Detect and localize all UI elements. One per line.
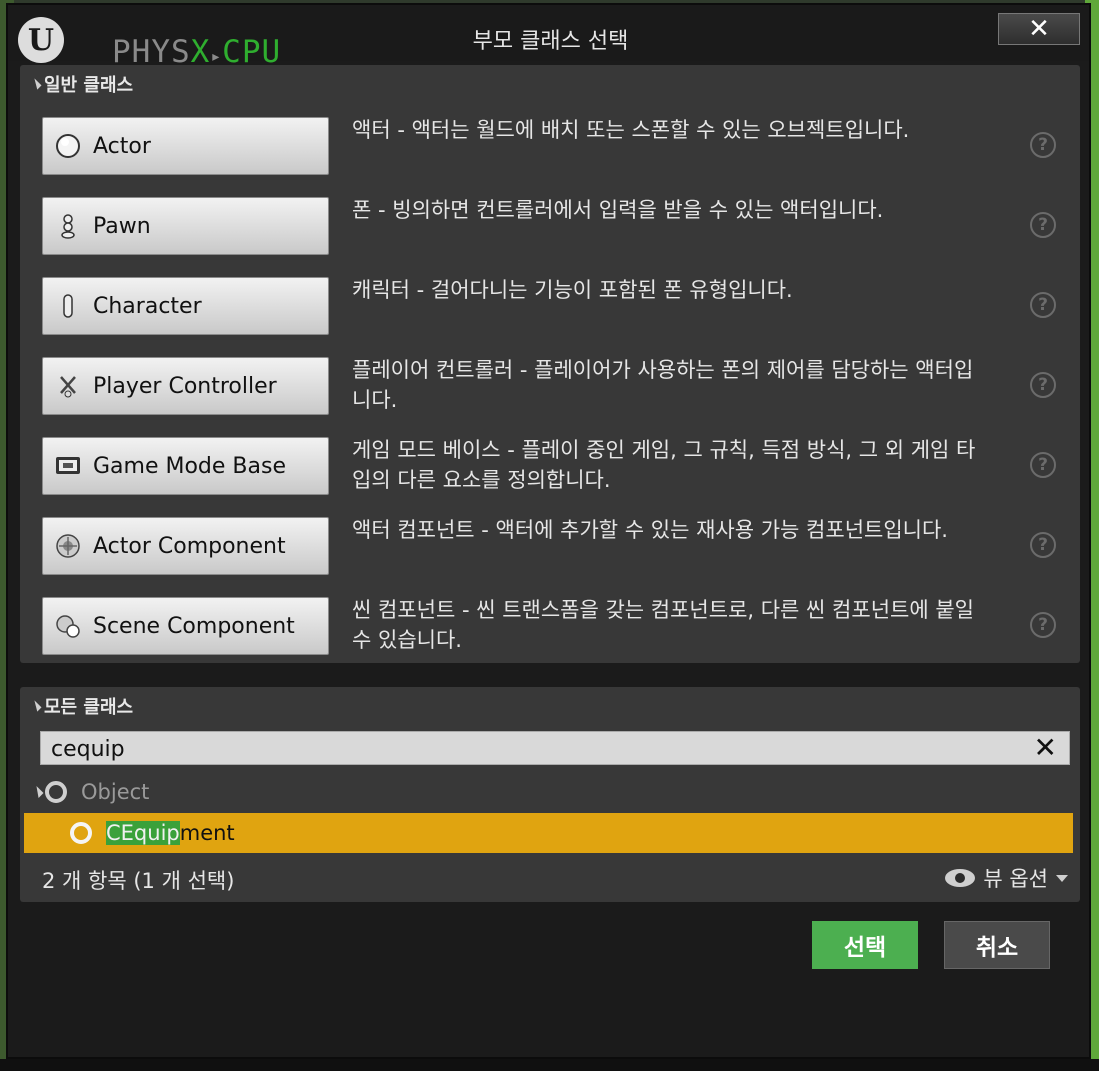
all-classes-header[interactable]: 모든 클래스: [30, 693, 133, 719]
tree-item-object[interactable]: Object: [28, 773, 1073, 811]
class-circle-icon: [45, 781, 67, 803]
collapse-triangle-icon: [30, 78, 42, 90]
help-icon[interactable]: ?: [1030, 292, 1056, 318]
player-controller-icon: [55, 373, 81, 399]
player-controller-class-button[interactable]: Player Controller: [42, 357, 329, 415]
select-button[interactable]: 선택: [812, 921, 918, 969]
actor-component-class-button[interactable]: Actor Component: [42, 517, 329, 575]
search-match-highlight: CEquip: [106, 821, 180, 845]
class-row-player-controller: Player Controller 플레이어 컨트롤러 - 플레이어가 사용하는…: [42, 357, 1072, 417]
class-description: 액터 컴포넌트 - 액터에 추가할 수 있는 재사용 가능 컴포넌트입니다.: [352, 518, 948, 542]
expand-arrow-icon[interactable]: [31, 785, 44, 799]
pick-parent-class-dialog: U PHYSX▸CPU 부모 클래스 선택 ✕ 일반 클래스 Actor 액터 …: [6, 3, 1091, 1059]
class-description: 게임 모드 베이스 - 플레이 중인 게임, 그 규칙, 득점 방식, 그 외 …: [352, 438, 976, 492]
actor-class-button[interactable]: Actor: [42, 117, 329, 175]
pawn-icon: [55, 213, 81, 239]
tree-item-label: CEquipment: [106, 821, 235, 845]
class-search-input[interactable]: [41, 732, 1013, 766]
class-circle-icon: [70, 822, 92, 844]
help-icon[interactable]: ?: [1030, 452, 1056, 478]
game-mode-base-class-button[interactable]: Game Mode Base: [42, 437, 329, 495]
clear-search-icon[interactable]: ✕: [1034, 732, 1057, 764]
class-row-actor: Actor 액터 - 액터는 월드에 배치 또는 스폰할 수 있는 오브젝트입니…: [42, 117, 1072, 177]
common-classes-panel: 일반 클래스 Actor 액터 - 액터는 월드에 배치 또는 스폰할 수 있는…: [20, 65, 1080, 663]
chevron-down-icon: [1056, 874, 1068, 882]
background-bottom: [0, 1059, 1099, 1071]
eye-icon: [945, 869, 976, 887]
scene-component-class-button[interactable]: Scene Component: [42, 597, 329, 655]
collapse-triangle-icon: [30, 700, 42, 712]
item-count-status: 2 개 항목 (1 개 선택): [42, 869, 235, 893]
actor-component-icon: [55, 533, 81, 559]
class-row-actor-component: Actor Component 액터 컴포넌트 - 액터에 추가할 수 있는 재…: [42, 517, 1072, 577]
class-row-pawn: Pawn 폰 - 빙의하면 컨트롤러에서 입력을 받을 수 있는 액터입니다. …: [42, 197, 1072, 257]
help-icon[interactable]: ?: [1030, 612, 1056, 638]
cancel-button[interactable]: 취소: [944, 921, 1050, 969]
help-icon[interactable]: ?: [1030, 132, 1056, 158]
close-button[interactable]: ✕: [998, 13, 1080, 45]
class-search-box: ✕: [40, 731, 1070, 766]
class-description: 캐릭터 - 걸어다니는 기능이 포함된 폰 유형입니다.: [352, 278, 793, 302]
actor-sphere-icon: [55, 133, 81, 159]
help-icon[interactable]: ?: [1030, 532, 1056, 558]
class-row-game-mode-base: Game Mode Base 게임 모드 베이스 - 플레이 중인 게임, 그 …: [42, 437, 1072, 497]
class-description: 폰 - 빙의하면 컨트롤러에서 입력을 받을 수 있는 액터입니다.: [352, 198, 884, 222]
tree-item-cequipment-selected[interactable]: CEquipment: [24, 813, 1073, 853]
title-bar[interactable]: U PHYSX▸CPU 부모 클래스 선택 ✕: [8, 5, 1089, 69]
help-icon[interactable]: ?: [1030, 372, 1056, 398]
class-description: 플레이어 컨트롤러 - 플레이어가 사용하는 폰의 제어를 담당하는 액터입니다…: [352, 358, 974, 412]
view-options-button[interactable]: 뷰 옵션: [945, 863, 1068, 893]
class-description: 액터 - 액터는 월드에 배치 또는 스폰할 수 있는 오브젝트입니다.: [352, 118, 910, 142]
class-description: 씬 컴포넌트 - 씬 트랜스폼을 갖는 컴포넌트로, 다른 씬 컴포넌트에 붙일…: [352, 598, 974, 652]
pawn-class-button[interactable]: Pawn: [42, 197, 329, 255]
scene-component-icon: [55, 613, 81, 639]
class-row-character: Character 캐릭터 - 걸어다니는 기능이 포함된 폰 유형입니다. ?: [42, 277, 1072, 337]
character-class-button[interactable]: Character: [42, 277, 329, 335]
all-classes-panel: 모든 클래스 ✕ Object CEquipment 2 개 항목 (1 개 선…: [20, 687, 1080, 902]
character-icon: [55, 293, 81, 319]
help-icon[interactable]: ?: [1030, 212, 1056, 238]
class-row-scene-component: Scene Component 씬 컴포넌트 - 씬 트랜스폼을 갖는 컴포넌트…: [42, 597, 1072, 657]
game-mode-icon: [55, 453, 81, 479]
dialog-title: 부모 클래스 선택: [472, 29, 629, 54]
common-classes-header[interactable]: 일반 클래스: [30, 71, 133, 97]
